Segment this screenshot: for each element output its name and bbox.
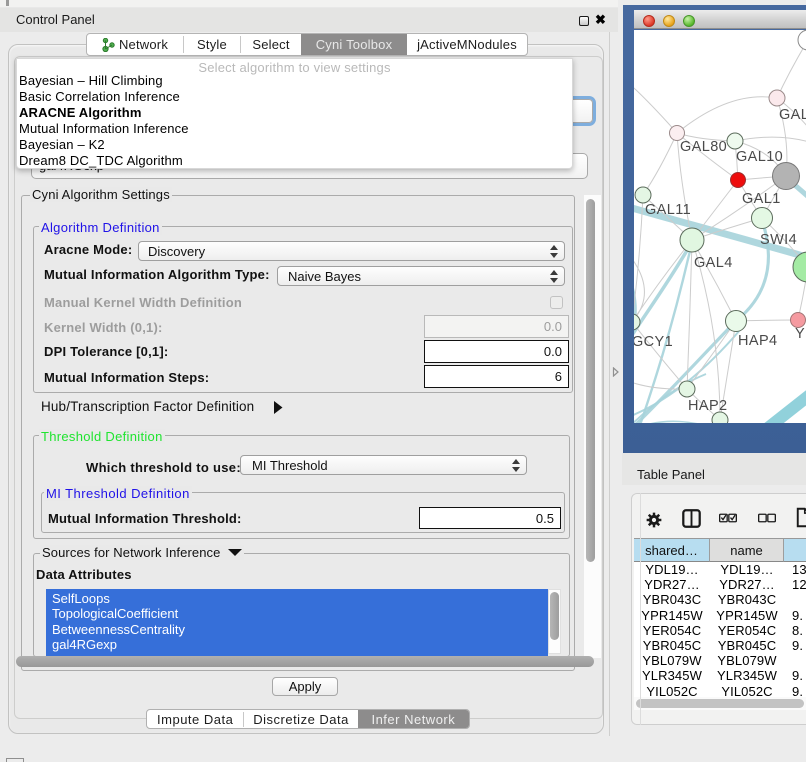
- svg-text:HAP4: HAP4: [738, 333, 777, 349]
- svg-text:GAL1: GAL1: [742, 191, 781, 207]
- svg-text:HAP2: HAP2: [688, 398, 727, 414]
- svg-text:GAL10: GAL10: [736, 149, 783, 165]
- svg-text:GAL4: GAL4: [694, 255, 733, 271]
- svg-text:GAL80: GAL80: [680, 139, 727, 155]
- svg-text:GAL2: GAL2: [779, 107, 806, 123]
- svg-text:Y: Y: [795, 326, 805, 342]
- svg-text:GCY1: GCY1: [634, 334, 673, 350]
- svg-text:SWI4: SWI4: [760, 232, 797, 248]
- svg-text:GAL11: GAL11: [645, 202, 691, 218]
